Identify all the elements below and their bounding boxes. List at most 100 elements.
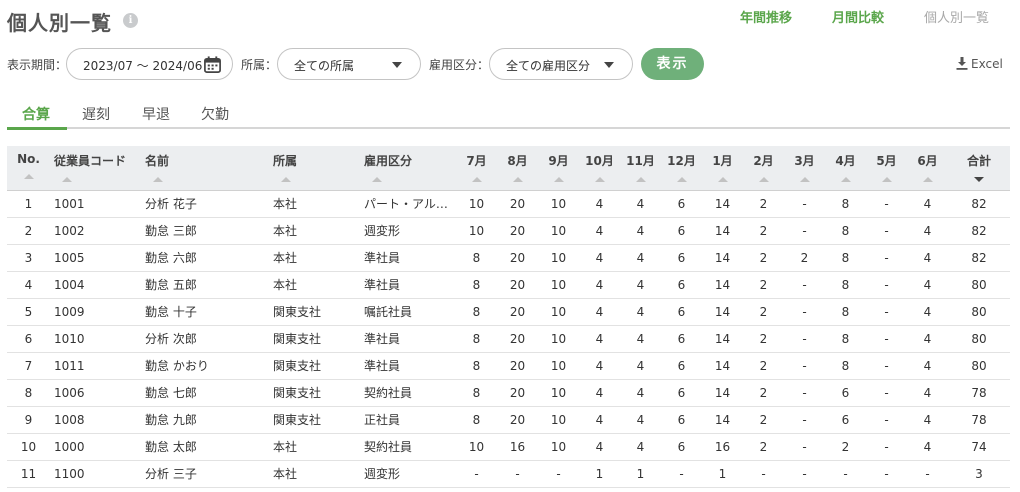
sort-asc-icon[interactable] [512,177,523,182]
column-header[interactable]: 8月 [497,146,538,191]
table-cell: - [925,466,930,481]
table-cell: - [884,304,889,319]
column-header[interactable]: 10月 [579,146,620,191]
table-cell: 分析 花子 [145,197,197,211]
sort-asc-icon[interactable] [594,177,605,182]
period-picker[interactable]: 2023/07 ～ 2024/06 [66,48,233,80]
emp-type-select[interactable]: 全ての雇用区分 [489,48,633,80]
sort-desc-icon[interactable] [974,177,984,182]
sort-asc-icon[interactable] [553,177,564,182]
emp-type-select-value: 全ての雇用区分 [506,59,591,73]
sort-asc-icon[interactable] [153,177,163,182]
sort-asc-icon[interactable] [717,177,728,182]
sort-asc-icon[interactable] [922,177,933,182]
column-header-label: 10月 [585,154,614,168]
table-cell: 10 [468,439,485,454]
table-cell: - [884,250,889,265]
column-header[interactable]: No. [7,146,50,191]
table-cell: 勤怠 三郎 [145,224,197,238]
sort-asc-icon[interactable] [635,177,646,182]
table-cell: 10 [550,439,567,454]
column-header[interactable]: 4月 [825,146,866,191]
table-cell: 1001 [54,196,85,211]
dept-select[interactable]: 全ての所属 [277,48,421,80]
column-header-label: 名前 [145,154,170,168]
table-cell: 78 [971,385,987,400]
sort-asc-icon[interactable] [281,177,291,182]
table-cell: 4 [923,196,932,211]
table-row[interactable]: 1 1001 分析 花子 本社 パート・アルバイト 10 20 10 4 4 6 14 2 - 8 - 4 82 [7,190,1010,217]
column-header[interactable]: 所属 [269,146,360,191]
table-row[interactable]: 7 1011 勤怠 かおり 関東支社 準社員 8 20 10 4 4 6 14 2 - 8 - 4 80 [7,352,1010,379]
nav-monthly-link[interactable]: 月間比較 [832,7,884,26]
table-row[interactable]: 9 1008 勤怠 九郎 関東支社 正社員 8 20 10 4 4 6 14 2 - 6 - 4 78 [7,406,1010,433]
table-cell: 1 [595,466,604,481]
table-cell: 4 [595,196,604,211]
column-header[interactable]: 12月 [661,146,702,191]
table-cell: - [884,223,889,238]
sort-asc-icon[interactable] [62,177,72,182]
sort-asc-icon[interactable] [471,177,482,182]
sort-asc-icon[interactable] [676,177,687,182]
sort-asc-icon[interactable] [23,174,34,179]
table-cell: 準社員 [364,251,401,265]
column-header[interactable]: 2月 [743,146,784,191]
tab-early-leave[interactable]: 早退 [142,104,170,124]
excel-export-button[interactable]: Excel [956,57,1003,71]
table-cell: 4 [636,412,645,427]
table-cell: - [515,466,520,481]
show-button[interactable]: 表示 [641,48,704,80]
table-cell: - [884,385,889,400]
period-value: 2023/07 ～ 2024/06 [83,59,203,73]
table-cell: 2 [759,385,768,400]
column-header[interactable]: 従業員コード [50,146,141,191]
table-row[interactable]: 2 1002 勤怠 三郎 本社 週変形 10 20 10 4 4 6 14 2 - 8 - 4 82 [7,217,1010,244]
excel-label: Excel [971,57,1003,71]
table-cell: 8 [841,358,850,373]
column-header[interactable]: 合計 [948,146,1010,191]
column-header[interactable]: 1月 [702,146,743,191]
table-row[interactable]: 10 1000 勤怠 太郎 本社 契約社員 10 16 10 4 4 6 16 2 - 2 - 4 74 [7,433,1010,460]
column-header[interactable]: 名前 [141,146,269,191]
table-row[interactable]: 4 1004 勤怠 五郎 本社 準社員 8 20 10 4 4 6 14 2 - 8 - 4 80 [7,271,1010,298]
table-row[interactable]: 8 1006 勤怠 七郎 関東支社 契約社員 8 20 10 4 4 6 14 2 - 6 - 4 78 [7,379,1010,406]
sort-asc-icon[interactable] [881,177,892,182]
table-cell: 1011 [54,358,85,373]
column-header-label: 6月 [917,154,938,168]
sort-asc-icon[interactable] [758,177,769,182]
table-cell: 勤怠 六郎 [145,251,197,265]
table-cell: 本社 [273,197,298,211]
table-cell: 14 [714,304,731,319]
nav-annual-link[interactable]: 年間推移 [740,7,792,26]
table-cell: 2 [759,277,768,292]
column-header[interactable]: 5月 [866,146,907,191]
column-header-label: No. [17,152,40,166]
table-cell: 4 [923,331,932,346]
table-cell: 1008 [54,412,85,427]
info-icon[interactable]: i [123,13,138,28]
table-cell: 8 [472,277,481,292]
sort-asc-icon[interactable] [840,177,851,182]
table-row[interactable]: 6 1010 分析 次郎 関東支社 準社員 8 20 10 4 4 6 14 2 - 8 - 4 80 [7,325,1010,352]
table-row[interactable]: 3 1005 勤怠 六郎 本社 準社員 8 20 10 4 4 6 14 2 2 8-4 82 [7,244,1010,271]
tab-absence[interactable]: 欠勤 [201,104,229,124]
table-cell: - [802,277,807,292]
sort-asc-icon[interactable] [372,177,382,182]
table-cell: 74 [971,439,987,454]
tab-late[interactable]: 遅刻 [82,104,110,124]
column-header[interactable]: 雇用区分 [360,146,456,191]
column-header[interactable]: 7月 [456,146,497,191]
sort-asc-icon[interactable] [799,177,810,182]
calendar-icon[interactable] [203,55,222,74]
table-cell: 10 [550,277,567,292]
column-header[interactable]: 11月 [620,146,661,191]
column-header[interactable]: 6月 [907,146,948,191]
table-row[interactable]: 11 1100 分析 三子 本社 週変形 - - -1 1-1- - - - -3 [7,460,1010,487]
table-cell: 関東支社 [273,332,322,346]
table-cell: 2 [24,223,33,238]
table-row[interactable]: 5 1009 勤怠 十子 関東支社 嘱託社員 8 20 10 4 4 6 14 2 - 8 - 4 80 [7,298,1010,325]
column-header[interactable]: 3月 [784,146,825,191]
column-header[interactable]: 9月 [538,146,579,191]
table-cell: - [802,223,807,238]
tab-total[interactable]: 合算 [22,104,50,124]
